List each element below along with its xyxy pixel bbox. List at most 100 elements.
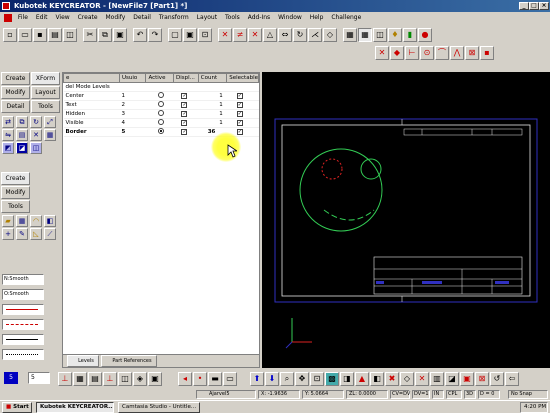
new-file-icon[interactable]: ▫	[3, 28, 17, 42]
tab-create-2[interactable]: Create	[1, 172, 30, 185]
column-header-name[interactable]: e	[63, 73, 120, 83]
view-right-icon[interactable]: ◧	[370, 372, 384, 386]
undo-icon[interactable]: ↶	[133, 28, 147, 42]
rotate-icon[interactable]: ↻	[293, 28, 307, 42]
light-icon[interactable]: ♦	[388, 28, 402, 42]
layer-icon[interactable]: ◫	[373, 28, 387, 42]
axis-icon[interactable]: ⊥	[58, 372, 72, 386]
selectable-checkbox[interactable]: ✓	[236, 111, 243, 117]
dash2-icon[interactable]: ▭	[223, 372, 237, 386]
tab-modify-2[interactable]: Modify	[1, 186, 30, 199]
active-radio[interactable]	[157, 119, 164, 125]
column-header-number[interactable]: Usuio	[118, 73, 147, 83]
print-icon[interactable]: ▤	[48, 28, 62, 42]
rotate-cmd-icon[interactable]: ↻	[30, 116, 42, 128]
redraw-icon[interactable]: ↺	[490, 372, 504, 386]
frame-icon[interactable]: ▢	[168, 28, 182, 42]
column-header-count[interactable]: Count	[197, 73, 228, 83]
display-checkbox[interactable]: ✓	[181, 129, 188, 135]
tab-layout[interactable]: Layout	[31, 86, 60, 99]
cplane-icon[interactable]: ⊥	[103, 372, 117, 386]
level-color-swatch[interactable]: 5	[4, 372, 18, 384]
snap-center-icon[interactable]: ⊙	[420, 46, 434, 60]
level-select[interactable]: 5	[28, 372, 50, 384]
view-top-icon[interactable]: ▲	[355, 372, 369, 386]
minimize-button[interactable]: _	[519, 2, 529, 10]
tab-levels[interactable]: Levels	[67, 355, 99, 367]
snap-mid-icon[interactable]: ⊢	[405, 46, 419, 60]
tab-create[interactable]: Create	[1, 72, 30, 85]
drawing-canvas[interactable]	[262, 72, 550, 368]
line-style-select-3[interactable]	[2, 334, 44, 345]
grid-snap-icon[interactable]: ▦	[73, 372, 87, 386]
line-style-select-1[interactable]	[2, 304, 44, 315]
redo-icon[interactable]: ↷	[148, 28, 162, 42]
trim-icon[interactable]: ≠	[233, 28, 247, 42]
snap-point-icon[interactable]: ◆	[390, 46, 404, 60]
select-vector-icon[interactable]: ✕	[218, 28, 232, 42]
view-box-icon[interactable]: ▦	[343, 28, 357, 42]
arrow-down-icon[interactable]: ⬇	[265, 372, 279, 386]
selected-cmd-icon[interactable]: ◪	[16, 142, 28, 154]
transform-cmd-icon[interactable]: ◩	[2, 142, 14, 154]
shade-icon[interactable]: ✖	[385, 372, 399, 386]
menu-tools[interactable]: Tools	[222, 12, 243, 24]
task-camtasia[interactable]: Camtasia Studio - Untitle...	[118, 402, 200, 413]
zoom-window-icon[interactable]: ⊠	[475, 372, 489, 386]
palette-icon[interactable]: ●	[418, 28, 432, 42]
break-icon[interactable]: ⋌	[308, 28, 322, 42]
menu-view[interactable]: View	[52, 12, 72, 24]
tab-xform[interactable]: XForm	[31, 72, 60, 85]
menu-help[interactable]: Help	[307, 12, 327, 24]
column-header-display[interactable]: Displ...	[172, 73, 199, 83]
copy-icon[interactable]: ⧉	[98, 28, 112, 42]
line-tool-icon[interactable]: ⟋	[44, 228, 56, 240]
window-icon[interactable]: ▣	[183, 28, 197, 42]
snap-end-icon[interactable]: ✕	[375, 46, 389, 60]
render2-icon[interactable]: ◪	[445, 372, 459, 386]
line-left-icon[interactable]: ◂	[178, 372, 192, 386]
stretch-cmd-icon[interactable]: ✕	[30, 129, 42, 141]
display-icon[interactable]: ▣	[460, 372, 474, 386]
shape-icon[interactable]: ◇	[323, 28, 337, 42]
start-button[interactable]: ■ Start	[2, 402, 32, 413]
level-group-label[interactable]: del Mode Levels	[63, 82, 259, 92]
menu-create[interactable]: Create	[75, 12, 101, 24]
view-last-icon[interactable]: ⇦	[505, 372, 519, 386]
print-preview-icon[interactable]: ◫	[63, 28, 77, 42]
selectable-checkbox[interactable]: ✓	[236, 129, 243, 135]
filter-icon[interactable]: ◈	[133, 372, 147, 386]
tab-part-references[interactable]: Part References	[101, 355, 157, 367]
fill-icon[interactable]: ◧	[44, 215, 56, 227]
snap-free-icon[interactable]: ▪	[480, 46, 494, 60]
cut-icon[interactable]: ✂	[83, 28, 97, 42]
snap-arc-icon[interactable]: ⌒	[435, 46, 449, 60]
zoom-box-icon[interactable]: ⊡	[198, 28, 212, 42]
menu-modify[interactable]: Modify	[102, 12, 128, 24]
mirror-icon[interactable]: ✕	[248, 28, 262, 42]
graphics-viewport[interactable]	[262, 72, 550, 368]
view-iso-icon[interactable]: ▩	[325, 372, 339, 386]
dimension-icon[interactable]: ◺	[30, 228, 42, 240]
active-radio[interactable]	[157, 128, 164, 134]
task-keycreator[interactable]: Kubotek KEYCREATOR...	[36, 402, 114, 413]
table-row[interactable]: Center 1 ✓ 1 ✓	[63, 91, 259, 101]
menu-edit[interactable]: Edit	[33, 12, 51, 24]
menu-transform[interactable]: Transform	[156, 12, 192, 24]
scale-cmd-icon[interactable]: ⤢	[44, 116, 56, 128]
tab-detail[interactable]: Detail	[1, 100, 30, 113]
display-checkbox[interactable]: ✓	[181, 93, 188, 99]
save-icon[interactable]: ▪	[33, 28, 47, 42]
line-type-select[interactable]: N:Smooth	[2, 274, 44, 285]
view-front-icon[interactable]: ◨	[340, 372, 354, 386]
active-radio[interactable]	[157, 92, 164, 98]
move-cmd-icon[interactable]: ⇄	[2, 116, 14, 128]
snap-int-icon[interactable]: ⊠	[465, 46, 479, 60]
menu-challenge[interactable]: Challenge	[328, 12, 364, 24]
hidden-line-icon[interactable]: ✕	[415, 372, 429, 386]
array-cmd-icon[interactable]: ▦	[44, 129, 56, 141]
tab-tools-2[interactable]: Tools	[1, 200, 30, 213]
arc-tool-icon[interactable]: ◠	[30, 215, 42, 227]
line-width-select[interactable]: O:Smooth	[2, 289, 44, 300]
tab-modify[interactable]: Modify	[1, 86, 30, 99]
